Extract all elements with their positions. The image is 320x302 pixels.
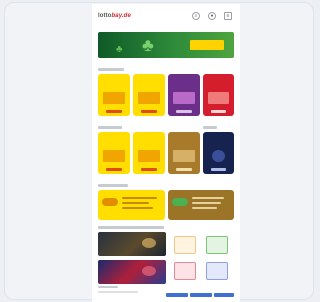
- promo-badge: [102, 198, 118, 206]
- game-tile-6[interactable]: [133, 132, 165, 174]
- jackpot-box: [208, 92, 229, 104]
- game-tile-1[interactable]: [98, 74, 130, 116]
- play-button[interactable]: [211, 168, 226, 171]
- section-heading-wide: [98, 184, 128, 187]
- footer-button-3[interactable]: [214, 293, 234, 297]
- jackpot-box: [173, 92, 195, 104]
- promo-text-lines: [122, 197, 161, 212]
- jackpot-box: [212, 150, 225, 162]
- game-tile-5[interactable]: [98, 132, 130, 174]
- photo-highlight: [142, 238, 156, 248]
- news-photo-2[interactable]: [98, 260, 166, 284]
- news-photo-1[interactable]: [98, 232, 166, 256]
- promo-tile-right[interactable]: [168, 190, 234, 220]
- play-button[interactable]: [106, 168, 122, 171]
- section-heading-second: [98, 126, 122, 129]
- promo-tile-left[interactable]: [98, 190, 165, 220]
- play-button[interactable]: [141, 110, 157, 113]
- game-tile-7[interactable]: [168, 132, 200, 174]
- section-heading-third: [203, 126, 217, 129]
- footer-button-1[interactable]: [166, 293, 188, 297]
- game-tile-title: [101, 135, 127, 145]
- logo-text-mid: bay.de: [111, 13, 131, 19]
- jackpot-box: [103, 92, 125, 104]
- photo-highlight: [142, 266, 156, 276]
- game-tile-4[interactable]: [203, 74, 234, 116]
- game-tile-title: [206, 135, 231, 145]
- promo-text-lines: [192, 197, 230, 212]
- promo-badge-orange[interactable]: [174, 236, 196, 254]
- game-tile-8[interactable]: [203, 132, 234, 174]
- promo-badge-red[interactable]: [174, 262, 196, 280]
- search-icon[interactable]: ⌕: [192, 12, 200, 20]
- footer-text: [98, 291, 138, 293]
- game-tile-title: [171, 135, 197, 145]
- jackpot-box: [103, 150, 125, 162]
- clover-icon: ♣: [142, 35, 154, 55]
- game-tile-title: [136, 135, 162, 145]
- footer-heading: [98, 286, 118, 288]
- game-tile-title: [136, 77, 162, 87]
- jackpot-box: [173, 150, 195, 162]
- game-tile-title: [206, 77, 231, 87]
- game-tile-3[interactable]: [168, 74, 200, 116]
- hero-promo-tag[interactable]: [190, 40, 224, 50]
- logo-text-left: lotto: [98, 13, 112, 19]
- play-button[interactable]: [211, 110, 226, 113]
- play-button[interactable]: [176, 110, 192, 113]
- play-button[interactable]: [106, 110, 122, 113]
- game-tile-title: [101, 77, 127, 87]
- user-icon[interactable]: ●: [208, 12, 216, 20]
- section-heading-lotteries: [98, 68, 124, 71]
- promo-badge-green[interactable]: [206, 236, 228, 254]
- clover-small-icon: ♣: [116, 44, 123, 55]
- play-button[interactable]: [141, 168, 157, 171]
- menu-icon[interactable]: ≡: [224, 12, 232, 20]
- promo-badge: [172, 198, 188, 206]
- footer-button-2[interactable]: [190, 293, 212, 297]
- promo-badge-blue[interactable]: [206, 262, 228, 280]
- page-header: lottobay.de ⌕ ● ≡: [92, 10, 240, 24]
- jackpot-box: [138, 92, 160, 104]
- jackpot-box: [138, 150, 160, 162]
- hero-banner[interactable]: ♣ ♣: [98, 32, 234, 58]
- game-tile-2[interactable]: [133, 74, 165, 116]
- game-tile-title: [171, 77, 197, 87]
- play-button[interactable]: [176, 168, 192, 171]
- web-page: lottobay.de ⌕ ● ≡ ♣ ♣: [92, 4, 240, 302]
- section-heading-news: [98, 226, 164, 229]
- site-logo[interactable]: lottobay.de: [98, 13, 133, 19]
